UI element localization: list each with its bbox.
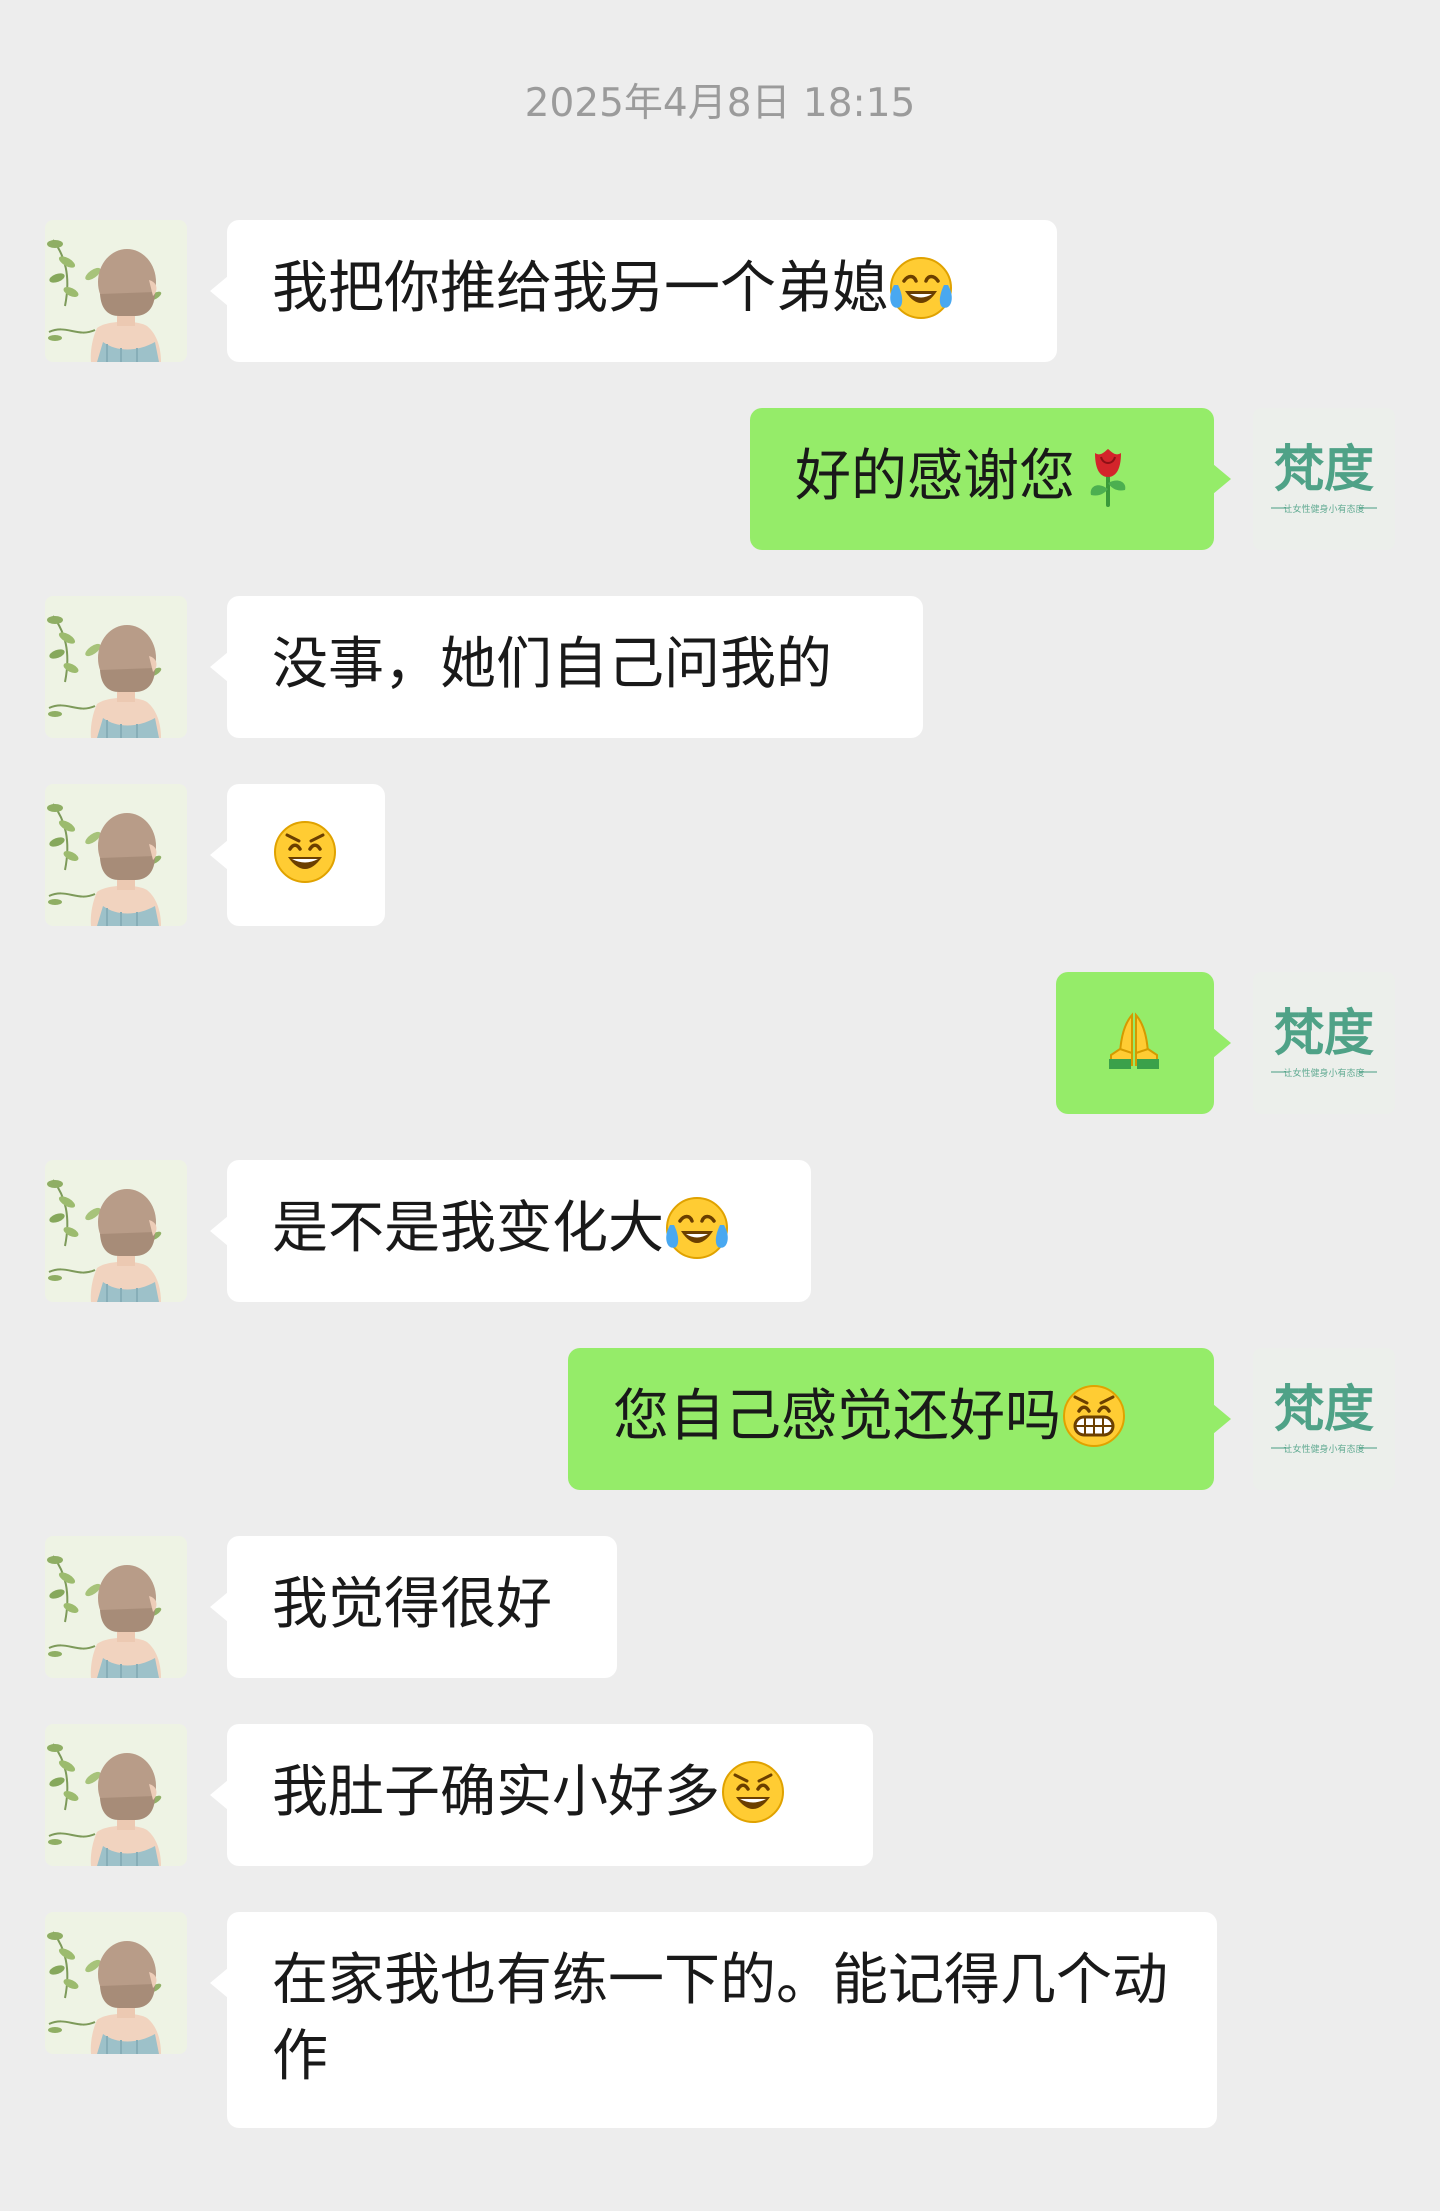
- brand-avatar[interactable]: [1253, 1348, 1395, 1490]
- message-text: 我肚子确实小好多: [272, 1760, 720, 1825]
- message-text: 在家我也有练一下的。能记得几个动作: [272, 1948, 1168, 2089]
- laugh-cry-emoji-icon: [888, 255, 954, 321]
- contact-avatar[interactable]: [45, 220, 187, 362]
- contact-avatar[interactable]: [45, 1536, 187, 1678]
- message-text: 是不是我变化大: [272, 1196, 664, 1261]
- message-bubble[interactable]: 是不是我变化大: [210, 1160, 811, 1302]
- message-text: 没事，她们自己问我的: [272, 632, 832, 697]
- contact-avatar[interactable]: [45, 1912, 187, 2054]
- message-bubble[interactable]: 您自己感觉还好吗: [568, 1348, 1231, 1490]
- message-text: 我把你推给我另一个弟媳: [272, 256, 888, 321]
- brand-avatar[interactable]: [1253, 972, 1395, 1114]
- message-bubble[interactable]: 没事，她们自己问我的: [210, 596, 923, 738]
- message-text: 好的感谢您: [795, 444, 1075, 509]
- contact-avatar[interactable]: [45, 1160, 187, 1302]
- message-bubble[interactable]: 我觉得很好: [210, 1536, 617, 1678]
- contact-avatar[interactable]: [45, 596, 187, 738]
- message-bubble[interactable]: 在家我也有练一下的。能记得几个动作: [210, 1912, 1217, 2128]
- pray-icon: [1101, 1007, 1167, 1073]
- rose-icon: [1075, 443, 1141, 509]
- message-bubble[interactable]: 我把你推给我另一个弟媳: [210, 220, 1057, 362]
- message-text: 我觉得很好: [272, 1572, 552, 1637]
- contact-avatar[interactable]: [45, 784, 187, 926]
- grin-emoji-icon: [720, 1759, 786, 1825]
- message-bubble[interactable]: [1056, 972, 1231, 1114]
- contact-avatar[interactable]: [45, 1724, 187, 1866]
- grin-emoji-icon: [272, 819, 338, 885]
- brand-avatar[interactable]: [1253, 408, 1395, 550]
- laugh-cry-emoji-icon: [664, 1195, 730, 1261]
- chat-timestamp: 2025年4月8日 18:15: [524, 81, 916, 126]
- teeth-grin-emoji-icon: [1061, 1383, 1127, 1449]
- message-text: 您自己感觉还好吗: [613, 1384, 1061, 1449]
- message-bubble[interactable]: 好的感谢您: [750, 408, 1231, 550]
- message-bubble[interactable]: [210, 784, 385, 926]
- message-bubble[interactable]: 我肚子确实小好多: [210, 1724, 873, 1866]
